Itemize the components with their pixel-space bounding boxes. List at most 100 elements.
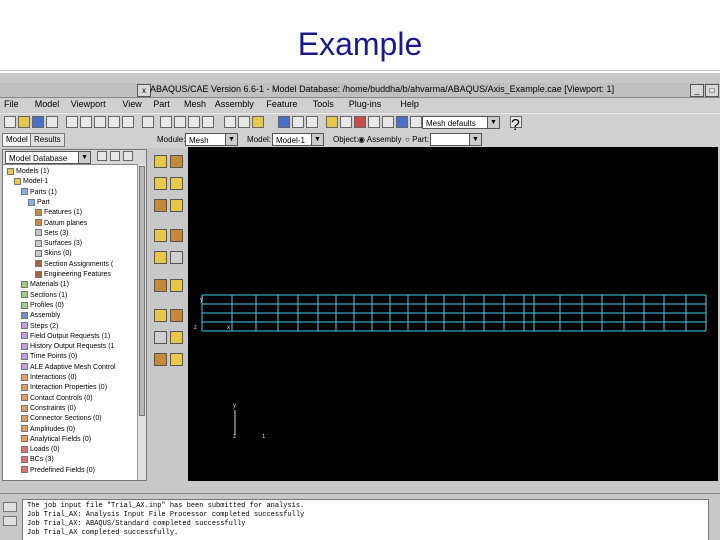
tree-expand-icon[interactable] [110, 151, 120, 161]
auto-fit-icon[interactable] [122, 116, 134, 128]
tree-item[interactable]: Interaction Properties (0) [21, 383, 107, 392]
replace-icon[interactable] [354, 116, 366, 128]
tree-item[interactable]: Analytical Fields (0) [21, 435, 91, 444]
menu-tools[interactable]: Tools [313, 99, 334, 109]
display-group-icon[interactable] [340, 116, 352, 128]
partition-edge-icon[interactable] [154, 279, 167, 292]
tree-item[interactable]: Steps (2) [21, 322, 58, 331]
module-select[interactable]: Mesh ▼ [185, 133, 238, 146]
partition-face-icon[interactable] [170, 279, 183, 292]
magnify-icon[interactable] [94, 116, 106, 128]
info-icon[interactable] [306, 116, 318, 128]
object-part-radio[interactable]: ○ Part: [405, 135, 429, 144]
tree-item[interactable]: Profiles (0) [21, 301, 64, 310]
menu-model[interactable]: Model [35, 99, 60, 109]
tree-item[interactable]: Amplitudes (0) [21, 425, 75, 434]
seed-part-icon[interactable] [154, 155, 167, 168]
tree-item[interactable]: History Output Requests (1 [21, 342, 114, 351]
perspective-icon[interactable] [292, 116, 304, 128]
tree-scrollbar[interactable] [137, 164, 146, 480]
menu-part[interactable]: Part [153, 99, 170, 109]
menu-feature[interactable]: Feature [266, 99, 297, 109]
intersect-icon[interactable] [396, 116, 408, 128]
tree-item[interactable]: Features (1) [35, 208, 82, 217]
seed-edge-biased-icon[interactable] [154, 177, 167, 190]
object-assembly-radio[interactable]: ◉ Assembly [358, 135, 401, 144]
model-select[interactable]: Model-1 ▼ [272, 133, 324, 146]
tree-item[interactable]: Sections (1) [21, 291, 67, 300]
menu-view[interactable]: View [122, 99, 141, 109]
tree-item[interactable]: ALE Adaptive Mesh Control [21, 363, 116, 372]
element-type-icon[interactable] [170, 199, 183, 212]
tree-database-select[interactable]: Model Database ▼ [5, 151, 91, 164]
hidden-line-icon[interactable] [238, 116, 250, 128]
wireframe-icon[interactable] [224, 116, 236, 128]
top-view-icon[interactable] [188, 116, 200, 128]
rotate-icon[interactable] [80, 116, 92, 128]
tree-item[interactable]: Model-1 [14, 177, 48, 186]
query-icon[interactable] [154, 331, 167, 344]
open-file-icon[interactable] [18, 116, 30, 128]
tree-item[interactable]: Time Points (0) [21, 352, 77, 361]
tree-item[interactable]: Loads (0) [21, 445, 60, 454]
viewport-canvas[interactable]: y z x y z 1 [188, 147, 718, 481]
menu-viewport[interactable]: Viewport [71, 99, 106, 109]
help-arrow-icon[interactable]: ? [510, 116, 522, 134]
view-manager-icon[interactable] [326, 116, 338, 128]
part-select[interactable]: ▼ [430, 133, 482, 146]
shaded-icon[interactable] [252, 116, 264, 128]
tab-results[interactable]: Results [30, 133, 65, 147]
maximize-button[interactable]: □ [705, 84, 719, 97]
menu-file[interactable]: File [4, 99, 19, 109]
edit-mesh-icon[interactable] [170, 309, 183, 322]
tree-item[interactable]: Contact Controls (0) [21, 394, 93, 403]
mesh-part-icon[interactable] [154, 229, 167, 242]
tree-item[interactable]: Part [28, 198, 50, 207]
tree-item[interactable]: Field Output Requests (1) [21, 332, 110, 341]
assign-stack-icon[interactable] [154, 353, 167, 366]
tree-item[interactable]: Predefined Fields (0) [21, 466, 95, 475]
tree-item[interactable]: Interactions (0) [21, 373, 77, 382]
menu-help[interactable]: Help [400, 99, 419, 109]
seed-edge-icon[interactable] [170, 155, 183, 168]
mesh-region-icon[interactable] [170, 229, 183, 242]
pan-icon[interactable] [66, 116, 78, 128]
tree-item[interactable]: Materials (1) [21, 280, 69, 289]
tree-item[interactable]: Engineering Features [35, 270, 111, 279]
front-view-icon[interactable] [160, 116, 172, 128]
window-menu-button[interactable]: x [137, 84, 151, 97]
replace-all-icon[interactable] [410, 116, 422, 128]
tree-item[interactable]: Parts (1) [21, 188, 57, 197]
python-tab-icon[interactable] [3, 516, 17, 526]
tree-collapse-icon[interactable] [123, 151, 133, 161]
tree-filter-icon[interactable] [97, 151, 107, 161]
mesh-stats-icon[interactable] [170, 331, 183, 344]
tree-item[interactable]: Section Assignments ( [35, 260, 113, 269]
render-style-icon[interactable] [278, 116, 290, 128]
minimize-button[interactable]: _ [690, 84, 704, 97]
tree-item[interactable]: Datum planes [35, 219, 87, 228]
tree-item[interactable]: Assembly [21, 311, 60, 320]
delete-mesh-icon[interactable] [154, 251, 167, 264]
save-icon[interactable] [32, 116, 44, 128]
print-icon[interactable] [46, 116, 58, 128]
tree-scroll-thumb[interactable] [139, 166, 145, 416]
menu-plug-ins[interactable]: Plug-ins [349, 99, 382, 109]
transform-icon[interactable] [170, 353, 183, 366]
tab-model[interactable]: Model [2, 133, 32, 147]
tree-item[interactable]: BCs (3) [21, 455, 54, 464]
new-file-icon[interactable] [4, 116, 16, 128]
tree-item[interactable]: Constraints (0) [21, 404, 76, 413]
zoom-box-icon[interactable] [108, 116, 120, 128]
virtual-topology-icon[interactable] [154, 309, 167, 322]
view-defaults-select[interactable]: Mesh defaults ▼ [422, 116, 500, 129]
tree-item[interactable]: Connector Sections (0) [21, 414, 102, 423]
verify-mesh-icon[interactable] [170, 251, 183, 264]
bottom-view-icon[interactable] [202, 116, 214, 128]
tree-item[interactable]: Skins (0) [35, 249, 72, 258]
seed-delete-icon[interactable] [170, 177, 183, 190]
menu-mesh[interactable]: Mesh [184, 99, 206, 109]
back-view-icon[interactable] [174, 116, 186, 128]
tree-item[interactable]: Surfaces (3) [35, 239, 82, 248]
cycle-views-icon[interactable] [142, 116, 154, 128]
